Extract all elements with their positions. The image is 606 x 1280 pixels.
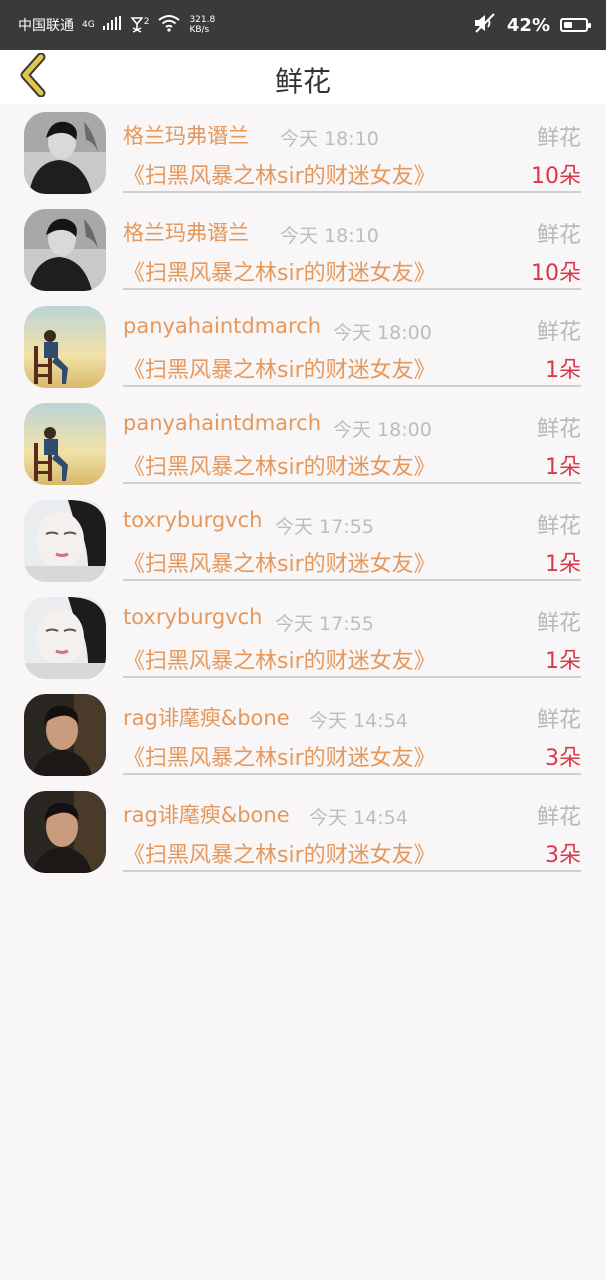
book-title[interactable]: 《扫黑风暴之林sir的财迷女友》 — [123, 837, 436, 869]
sender-name[interactable]: 格兰玛弗谮兰 — [123, 120, 249, 150]
flower-count: 10朵 — [531, 261, 581, 286]
list-item[interactable]: 格兰玛弗谮兰 今天 18:10 鲜花 《扫黑风暴之林sir的财迷女友》 10朵 — [0, 201, 606, 298]
avatar[interactable] — [24, 791, 106, 873]
sender-name[interactable]: toxryburgvch — [123, 508, 262, 532]
send-time: 今天 18:00 — [333, 419, 432, 441]
flower-record-list: 格兰玛弗谮兰 今天 18:10 鲜花 《扫黑风暴之林sir的财迷女友》 10朵 … — [0, 104, 606, 880]
record-content: rag诽麾瘐&bone 今天 14:54 鲜花 《扫黑风暴之林sir的财迷女友》… — [123, 686, 581, 775]
send-time: 今天 17:55 — [275, 613, 374, 635]
send-time: 今天 14:54 — [309, 807, 408, 829]
record-content: toxryburgvch 今天 17:55 鲜花 《扫黑风暴之林sir的财迷女友… — [123, 589, 581, 678]
list-item[interactable]: toxryburgvch 今天 17:55 鲜花 《扫黑风暴之林sir的财迷女友… — [0, 492, 606, 589]
gift-type: 鲜花 — [536, 320, 581, 345]
flower-count: 3朵 — [545, 746, 581, 771]
book-title[interactable]: 《扫黑风暴之林sir的财迷女友》 — [123, 740, 436, 772]
list-item[interactable]: panyahaintdmarch 今天 18:00 鲜花 《扫黑风暴之林sir的… — [0, 298, 606, 395]
book-title[interactable]: 《扫黑风暴之林sir的财迷女友》 — [123, 546, 436, 578]
status-right: 42% — [473, 12, 591, 38]
list-item[interactable]: rag诽麾瘐&bone 今天 14:54 鲜花 《扫黑风暴之林sir的财迷女友》… — [0, 686, 606, 783]
send-time: 今天 18:10 — [280, 128, 379, 150]
avatar[interactable] — [24, 500, 106, 582]
sim2-label: 2 — [143, 17, 150, 27]
flower-count: 3朵 — [545, 843, 581, 868]
sim2-signal-icon: 2 — [130, 17, 150, 33]
network-type-label: 4G — [82, 20, 95, 30]
book-title[interactable]: 《扫黑风暴之林sir的财迷女友》 — [123, 158, 436, 190]
list-item[interactable]: toxryburgvch 今天 17:55 鲜花 《扫黑风暴之林sir的财迷女友… — [0, 589, 606, 686]
flower-count: 1朵 — [545, 455, 581, 480]
flower-count: 1朵 — [545, 552, 581, 577]
list-item[interactable]: panyahaintdmarch 今天 18:00 鲜花 《扫黑风暴之林sir的… — [0, 395, 606, 492]
avatar[interactable] — [24, 209, 106, 291]
flower-count: 10朵 — [531, 164, 581, 189]
speed-value: 321.8 — [189, 15, 216, 25]
battery-fill — [564, 22, 572, 28]
send-time: 今天 14:54 — [309, 710, 408, 732]
avatar[interactable] — [24, 306, 106, 388]
carrier-label: 中国联通 — [18, 18, 74, 34]
gift-type: 鲜花 — [536, 223, 581, 248]
send-time: 今天 17:55 — [275, 516, 374, 538]
muted-speaker-icon — [473, 12, 497, 38]
list-item[interactable]: rag诽麾瘐&bone 今天 14:54 鲜花 《扫黑风暴之林sir的财迷女友》… — [0, 783, 606, 880]
avatar[interactable] — [24, 694, 106, 776]
signal-icon — [102, 16, 123, 34]
status-bar: 中国联通 4G 2 321.8 KB/s 42% — [0, 0, 606, 50]
record-content: rag诽麾瘐&bone 今天 14:54 鲜花 《扫黑风暴之林sir的财迷女友》… — [123, 783, 581, 872]
status-left: 中国联通 4G 2 321.8 KB/s — [18, 14, 215, 36]
gift-type: 鲜花 — [536, 417, 581, 442]
gift-type: 鲜花 — [536, 611, 581, 636]
list-item[interactable]: 格兰玛弗谮兰 今天 18:10 鲜花 《扫黑风暴之林sir的财迷女友》 10朵 — [0, 104, 606, 201]
record-content: 格兰玛弗谮兰 今天 18:10 鲜花 《扫黑风暴之林sir的财迷女友》 10朵 — [123, 201, 581, 290]
sender-name[interactable]: rag诽麾瘐&bone — [123, 702, 290, 732]
network-speed: 321.8 KB/s — [189, 15, 215, 35]
avatar[interactable] — [24, 597, 106, 679]
book-title[interactable]: 《扫黑风暴之林sir的财迷女友》 — [123, 449, 436, 481]
sender-name[interactable]: toxryburgvch — [123, 605, 262, 629]
speed-unit: KB/s — [189, 25, 210, 35]
book-title[interactable]: 《扫黑风暴之林sir的财迷女友》 — [123, 352, 436, 384]
sender-name[interactable]: 格兰玛弗谮兰 — [123, 217, 249, 247]
wifi-icon — [157, 14, 181, 36]
sender-name[interactable]: panyahaintdmarch — [123, 314, 321, 338]
header-bar: 鲜花 — [0, 50, 606, 104]
battery-percent: 42% — [506, 14, 550, 36]
book-title[interactable]: 《扫黑风暴之林sir的财迷女友》 — [123, 255, 436, 287]
record-content: toxryburgvch 今天 17:55 鲜花 《扫黑风暴之林sir的财迷女友… — [123, 492, 581, 581]
book-title[interactable]: 《扫黑风暴之林sir的财迷女友》 — [123, 643, 436, 675]
battery-icon — [560, 18, 591, 32]
gift-type: 鲜花 — [536, 514, 581, 539]
send-time: 今天 18:00 — [333, 322, 432, 344]
flower-count: 1朵 — [545, 649, 581, 674]
sender-name[interactable]: rag诽麾瘐&bone — [123, 799, 290, 829]
avatar[interactable] — [24, 403, 106, 485]
record-content: panyahaintdmarch 今天 18:00 鲜花 《扫黑风暴之林sir的… — [123, 395, 581, 484]
gift-type: 鲜花 — [536, 126, 581, 151]
page-title: 鲜花 — [274, 65, 331, 98]
send-time: 今天 18:10 — [280, 225, 379, 247]
flower-count: 1朵 — [545, 358, 581, 383]
gift-type: 鲜花 — [536, 708, 581, 733]
sender-name[interactable]: panyahaintdmarch — [123, 411, 321, 435]
gift-type: 鲜花 — [536, 805, 581, 830]
avatar[interactable] — [24, 112, 106, 194]
record-content: panyahaintdmarch 今天 18:00 鲜花 《扫黑风暴之林sir的… — [123, 298, 581, 387]
record-content: 格兰玛弗谮兰 今天 18:10 鲜花 《扫黑风暴之林sir的财迷女友》 10朵 — [123, 104, 581, 193]
